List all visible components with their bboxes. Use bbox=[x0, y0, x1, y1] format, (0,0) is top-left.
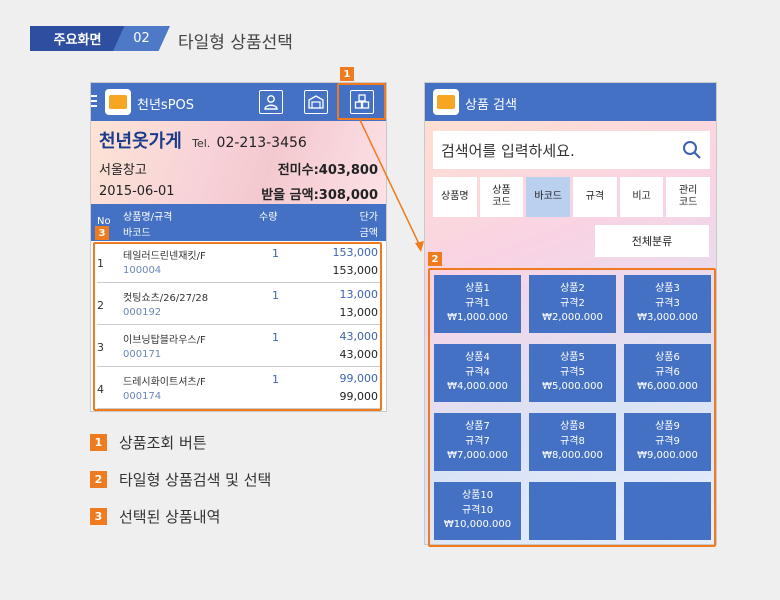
legend-item: 2 타일형 상품검색 및 선택 bbox=[90, 469, 271, 489]
legend-text: 선택된 상품내역 bbox=[119, 507, 221, 526]
legend-text: 상품조회 버튼 bbox=[119, 433, 207, 452]
legend-number: 3 bbox=[90, 507, 107, 525]
legend-number: 2 bbox=[90, 470, 107, 488]
legend-item: 1 상품조회 버튼 bbox=[90, 432, 271, 452]
legend: 1 상품조회 버튼 2 타일형 상품검색 및 선택 3 선택된 상품내역 bbox=[90, 432, 271, 543]
legend-text: 타일형 상품검색 및 선택 bbox=[119, 470, 272, 489]
legend-item: 3 선택된 상품내역 bbox=[90, 506, 271, 526]
legend-number: 1 bbox=[90, 433, 107, 451]
